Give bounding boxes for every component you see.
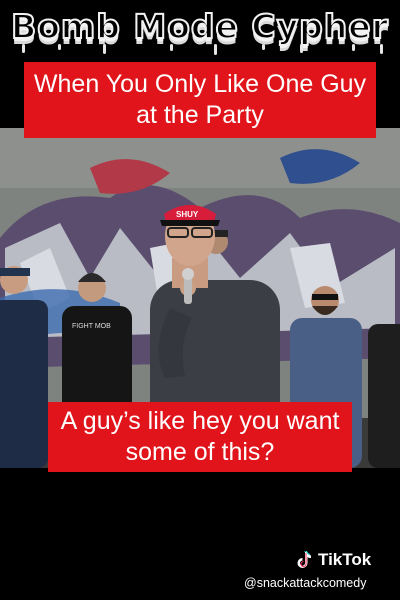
caption-bottom: A guy’s like hey you want some of this? bbox=[48, 402, 352, 472]
tiktok-brand-text: TikTok bbox=[318, 550, 372, 569]
tiktok-note-icon bbox=[297, 551, 311, 568]
video-title-graffiti: Bomb Mode Cypher bbox=[0, 4, 400, 48]
cap-logo-text: SHUY bbox=[176, 210, 199, 219]
tiktok-watermark: TikTok bbox=[296, 550, 396, 570]
title-drip-decoration bbox=[22, 44, 383, 55]
caption-top-text: When You Only Like One Guy at the Party bbox=[33, 69, 367, 129]
tiktok-video-frame[interactable]: Bomb Mode Cypher FIGHT MOB SHUY When You… bbox=[0, 0, 400, 600]
video-title-text: Bomb Mode Cypher bbox=[10, 6, 389, 47]
svg-text:FIGHT MOB: FIGHT MOB bbox=[72, 323, 111, 330]
background-person-far-right bbox=[368, 324, 400, 468]
caption-top: When You Only Like One Guy at the Party bbox=[24, 62, 376, 138]
caption-bottom-text: A guy’s like hey you want some of this? bbox=[60, 406, 340, 466]
creator-handle[interactable]: @snackattackcomedy bbox=[244, 576, 400, 594]
